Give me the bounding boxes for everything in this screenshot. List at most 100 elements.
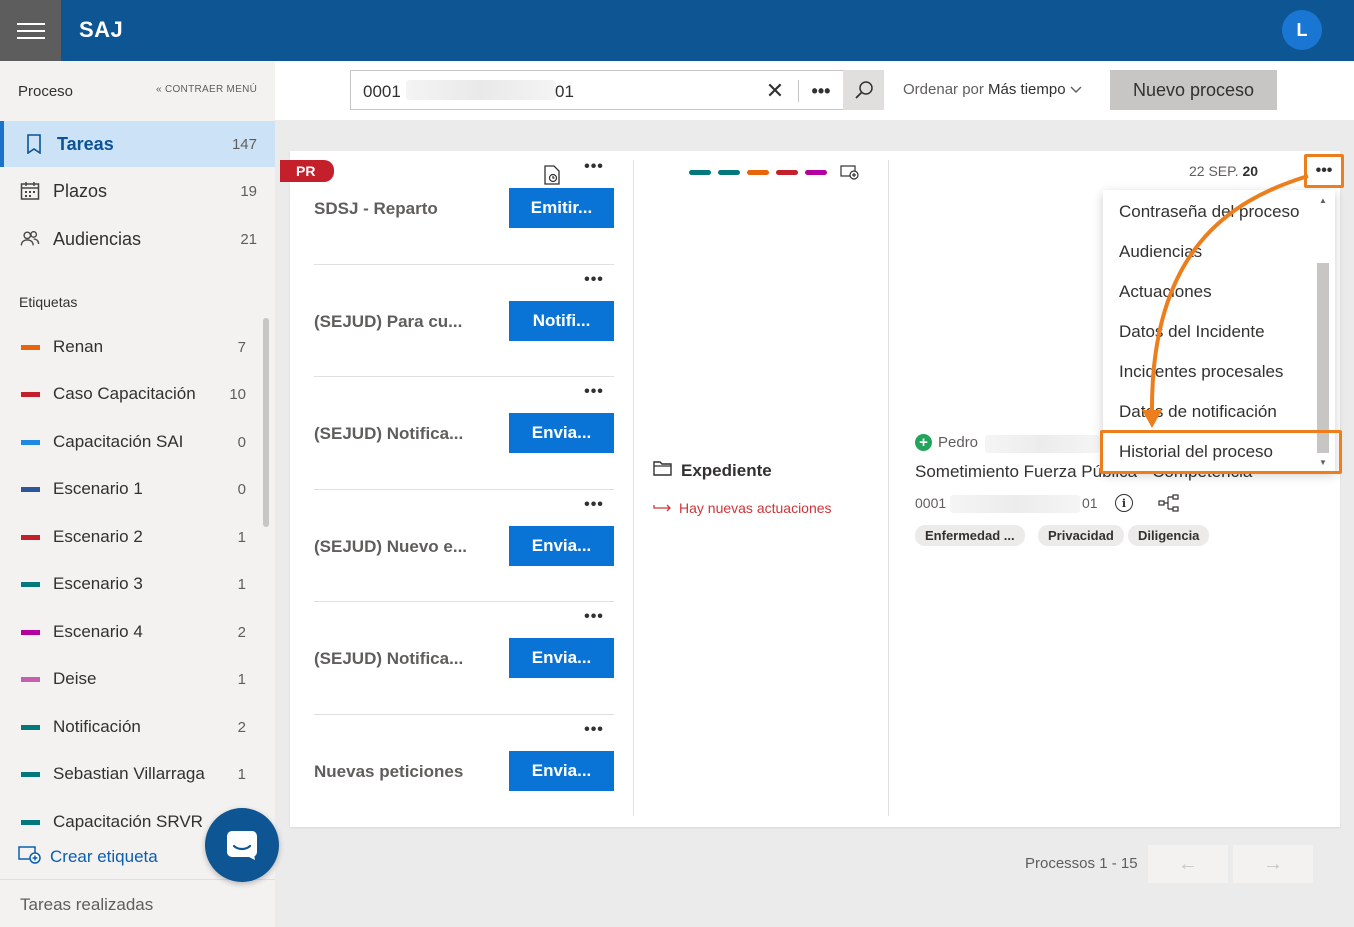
search-box[interactable]: 0001 01 ✕ ••• — [350, 70, 884, 110]
plus-circle-icon[interactable]: + — [915, 434, 932, 451]
sidebar: Proceso « CONTRAER MENÚ Tareas 147 Plazo… — [0, 61, 275, 927]
process-chip[interactable]: Enfermedad ... — [915, 525, 1025, 546]
process-date: 22 SEP. 20 — [1189, 163, 1258, 179]
process-person: + Pedro — [915, 434, 978, 451]
people-icon — [20, 229, 40, 249]
menu-item-actuaciones[interactable]: Actuaciones — [1119, 282, 1212, 302]
tag-label: Escenario 1 — [53, 479, 143, 498]
task-divider — [314, 601, 614, 602]
task-more-icon[interactable]: ••• — [582, 271, 606, 288]
tag-color-swatch — [21, 581, 40, 587]
tag-label: Caso Capacitación — [53, 384, 196, 403]
scroll-up-icon[interactable]: ▲ — [1319, 196, 1327, 205]
tag-label: Escenario 2 — [53, 527, 143, 546]
task-more-icon[interactable]: ••• — [582, 608, 606, 625]
menu-item-audiencias[interactable]: Audiencias — [1119, 242, 1202, 262]
search-divider — [798, 80, 799, 102]
task-title: (SEJUD) Para cu... — [314, 312, 463, 331]
task-divider — [314, 714, 614, 715]
info-icon[interactable]: i — [1115, 494, 1133, 512]
tag-color-swatch — [21, 391, 40, 397]
done-tasks-link[interactable]: Tareas realizadas — [20, 895, 153, 915]
tag-color-swatch — [21, 819, 40, 825]
chat-launcher-button[interactable] — [205, 808, 279, 882]
tag-count: 0 — [237, 433, 246, 451]
menu-item-notification-data[interactable]: Datos de notificación — [1119, 402, 1277, 422]
tag-item[interactable]: Escenario 2 1 — [0, 522, 262, 552]
sidebar-item-tareas[interactable]: Tareas 147 — [0, 121, 275, 167]
previous-page-button[interactable]: ← — [1148, 845, 1228, 883]
tag-color-swatch — [21, 676, 40, 682]
task-action-button[interactable]: Envia... — [509, 751, 614, 791]
tag-item[interactable]: Caso Capacitación 10 — [0, 379, 262, 409]
new-actions-notice[interactable]: Hay nuevas actuaciones — [653, 500, 832, 516]
tag-item[interactable]: Escenario 1 0 — [0, 474, 262, 504]
tag-color-swatch — [21, 439, 40, 445]
clear-icon[interactable]: ✕ — [761, 77, 789, 105]
sort-dropdown[interactable]: Ordenar por Más tiempo — [903, 81, 1082, 98]
tag-count: 2 — [237, 623, 246, 641]
sidebar-item-audiencias[interactable]: Audiencias 21 — [0, 216, 275, 262]
hierarchy-icon[interactable] — [1158, 494, 1180, 512]
task-more-icon[interactable]: ••• — [582, 721, 606, 738]
tag-count: 1 — [237, 575, 246, 593]
task-divider — [314, 376, 614, 377]
menu-item-incident-data[interactable]: Datos del Incidente — [1119, 322, 1265, 342]
collapse-menu-button[interactable]: « CONTRAER MENÚ — [156, 84, 257, 95]
tag-item[interactable]: Escenario 4 2 — [0, 617, 262, 647]
tag-label: Notificación — [53, 717, 141, 736]
tag-color-swatch — [21, 534, 40, 540]
task-action-button[interactable]: Notifi... — [509, 301, 614, 341]
task-more-icon[interactable]: ••• — [582, 496, 606, 513]
chevron-down-icon — [1070, 81, 1082, 98]
search-value-end: 01 — [555, 82, 574, 101]
card-more-options-button[interactable]: ••• — [1304, 154, 1344, 188]
tag-item[interactable]: Notificación 2 — [0, 712, 262, 742]
add-tag-icon[interactable] — [840, 164, 860, 180]
process-chip[interactable]: Privacidad — [1038, 525, 1124, 546]
sidebar-heading: Proceso — [18, 83, 74, 100]
tag-count: 1 — [237, 528, 246, 546]
create-tag-label: Crear etiqueta — [50, 846, 158, 866]
task-more-icon[interactable]: ••• — [582, 383, 606, 400]
tag-item[interactable]: Escenario 3 1 — [0, 569, 262, 599]
sort-value: Más tiempo — [988, 81, 1066, 98]
search-value-start: 0001 — [363, 82, 401, 101]
more-options-icon[interactable]: ••• — [806, 77, 836, 105]
tag-item[interactable]: Sebastian Villarraga 1 — [0, 759, 262, 789]
menu-item-procedural-incidents[interactable]: Incidentes procesales — [1119, 362, 1283, 382]
tag-count: 10 — [229, 385, 246, 403]
menu-scrollbar[interactable] — [1317, 263, 1329, 453]
task-action-button[interactable]: Emitir... — [509, 188, 614, 228]
tag-item[interactable]: Deise 1 — [0, 664, 262, 694]
tags-heading: Etiquetas — [19, 294, 78, 310]
menu-icon[interactable] — [0, 0, 61, 61]
document-icon[interactable] — [543, 165, 561, 185]
tag-color-swatch — [21, 629, 40, 635]
date-year: 20 — [1242, 163, 1259, 179]
search-icon[interactable] — [843, 70, 884, 110]
task-action-button[interactable]: Envia... — [509, 526, 614, 566]
next-page-button[interactable]: → — [1233, 845, 1313, 883]
user-avatar[interactable]: L — [1282, 10, 1322, 50]
tag-item[interactable]: Renan 7 — [0, 332, 262, 362]
task-action-button[interactable]: Envia... — [509, 413, 614, 453]
create-tag-link[interactable]: Crear etiqueta — [18, 844, 158, 869]
process-chip[interactable]: Diligencia — [1128, 525, 1210, 546]
task-more-icon[interactable]: ••• — [582, 158, 606, 175]
task-action-button[interactable]: Envia... — [509, 638, 614, 678]
sidebar-item-plazos[interactable]: Plazos 19 — [0, 168, 275, 214]
sidebar-item-count: 21 — [240, 230, 257, 248]
expediente-label: Expediente — [681, 460, 772, 480]
expediente-link[interactable]: Expediente — [653, 460, 772, 481]
sidebar-scrollbar[interactable] — [263, 318, 269, 527]
redacted-text — [950, 495, 1080, 513]
tag-count: 1 — [237, 765, 246, 783]
calendar-icon — [20, 181, 40, 201]
new-process-button[interactable]: Nuevo proceso — [1110, 70, 1277, 110]
menu-item-password[interactable]: Contraseña del proceso — [1119, 202, 1300, 222]
arrow-right-icon — [653, 500, 673, 516]
folder-icon — [653, 460, 673, 481]
tag-count: 2 — [237, 718, 246, 736]
tag-item[interactable]: Capacitación SAI 0 — [0, 427, 262, 457]
